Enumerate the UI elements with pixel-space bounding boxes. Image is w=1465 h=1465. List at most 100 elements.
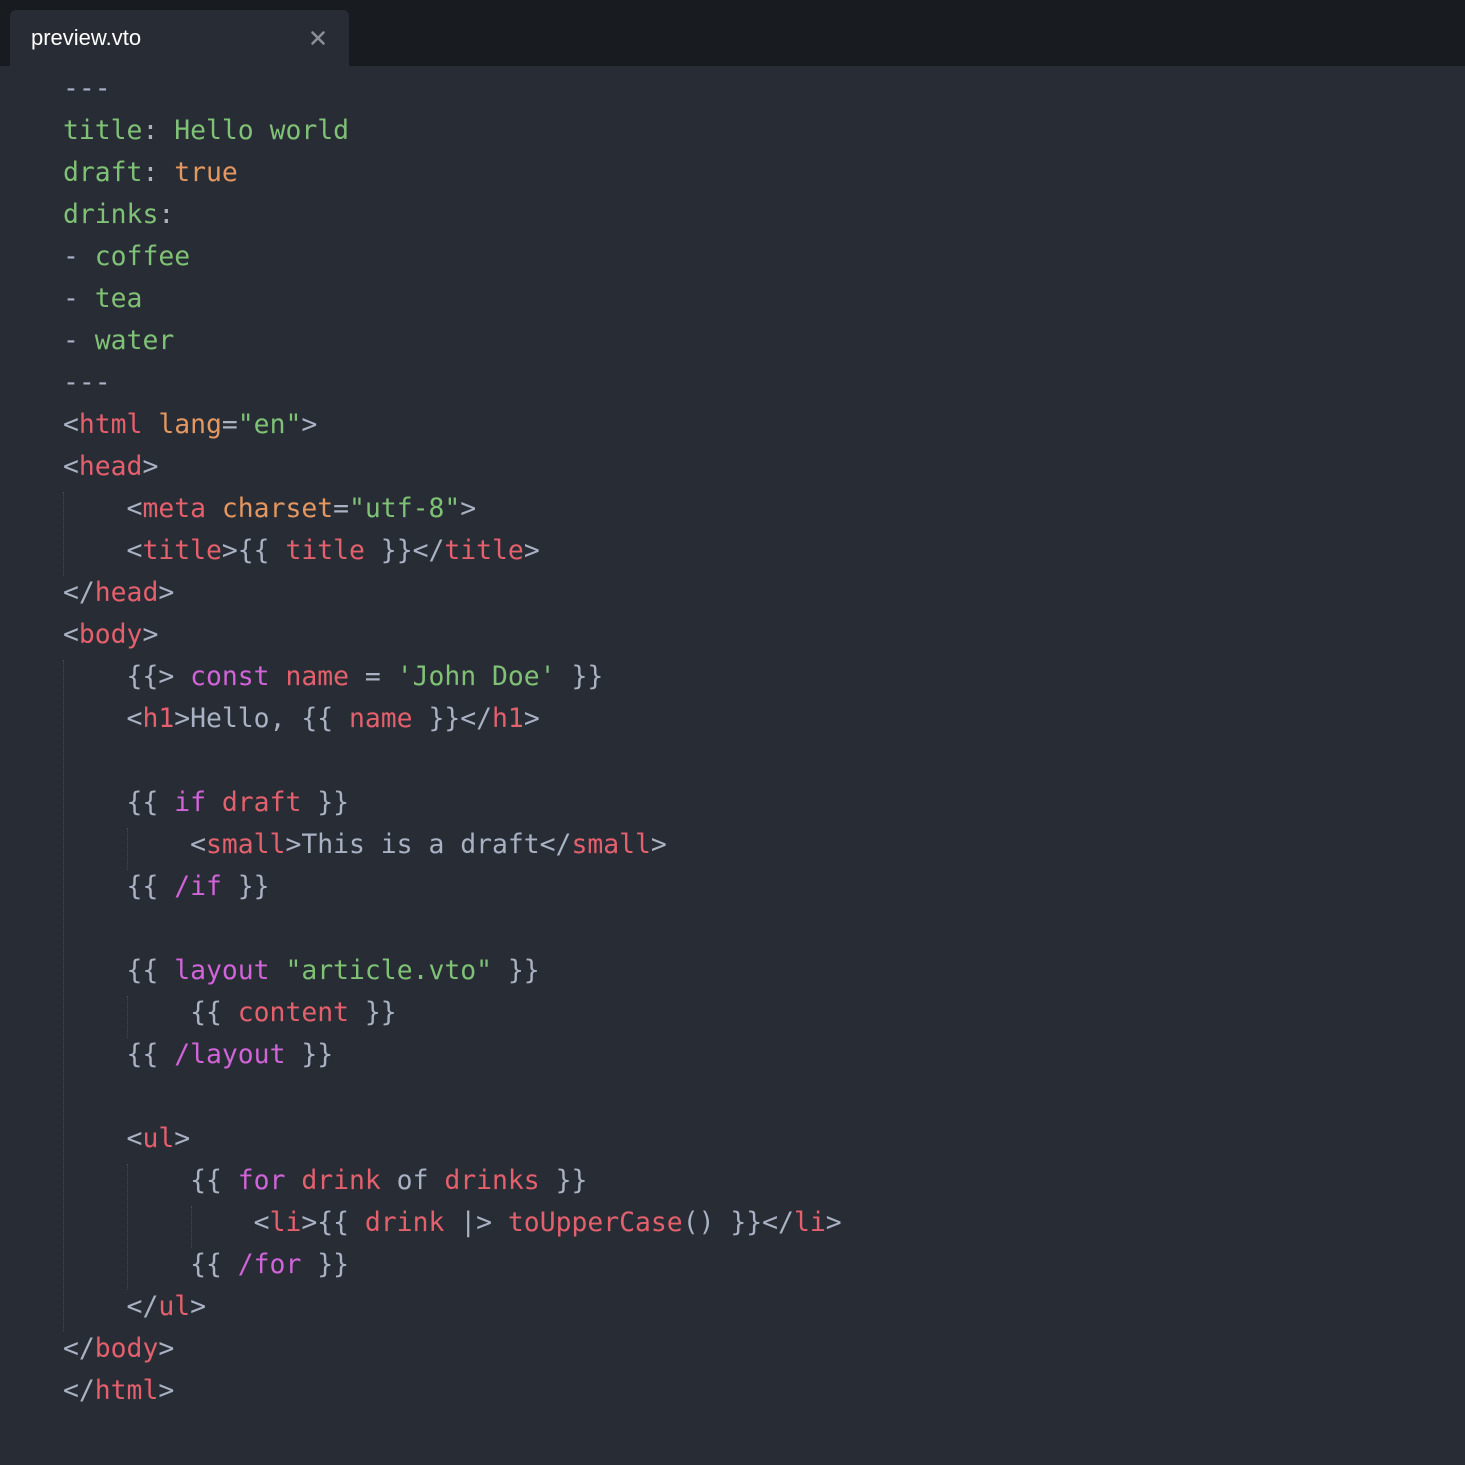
code-line: - coffee (63, 236, 190, 278)
code-token: > (158, 577, 175, 608)
code-token: >This is a draft</ (285, 829, 572, 860)
code-token: = (333, 493, 350, 524)
code-token: }} (221, 871, 270, 902)
code-token: >{{ (221, 535, 286, 566)
code-token: }} (539, 1165, 588, 1196)
code-token: > (301, 409, 318, 440)
code-token: layout (174, 955, 270, 986)
code-token: > (825, 1207, 842, 1238)
editor-window: preview.vto --- title: Hello world draft: … (0, 0, 1465, 1465)
code-token: title (142, 535, 222, 566)
code-token: > (523, 703, 540, 734)
code-token: > (158, 1375, 175, 1406)
code-line: {{ /layout }} (63, 1034, 334, 1076)
code-token: body (94, 1333, 159, 1364)
code-token: }} (492, 955, 540, 986)
code-token: - (63, 283, 95, 314)
code-token: if (174, 787, 207, 818)
code-token: /layout (174, 1039, 286, 1070)
code-token: - (63, 241, 95, 272)
code-token: content (237, 997, 350, 1028)
code-line: </body> (63, 1328, 174, 1370)
code-token: </ (63, 1291, 159, 1322)
code-token: coffee (94, 241, 191, 272)
code-token: ul (142, 1123, 175, 1154)
code-token: water (94, 325, 175, 356)
code-token: title (285, 535, 365, 566)
code-token: : (142, 157, 175, 188)
code-token: < (63, 619, 79, 650)
code-token: --- (63, 367, 111, 398)
code-token: {{ (63, 871, 175, 902)
code-token: head (94, 577, 159, 608)
code-line: {{ /if }} (63, 866, 270, 908)
tab-preview-vto[interactable]: preview.vto (10, 10, 349, 66)
code-line: draft: true (63, 152, 238, 194)
code-line: {{ if draft }} (63, 782, 349, 824)
tab-title: preview.vto (31, 25, 142, 50)
code-token: /for (237, 1249, 302, 1280)
code-line: <h1>Hello, {{ name }}</h1> (63, 698, 540, 740)
code-token: html (94, 1375, 159, 1406)
code-token: title (63, 115, 143, 146)
code-line: <title>{{ title }}</title> (63, 530, 540, 572)
code-line: {{ layout "article.vto" }} (63, 950, 540, 992)
code-line: <html lang="en"> (63, 404, 317, 446)
code-token: drink (364, 1207, 445, 1238)
code-editor[interactable]: --- title: Hello world draft: true drinks: -… (0, 66, 1465, 1465)
code-token: < (63, 1207, 270, 1238)
code-token: > (650, 829, 667, 860)
code-line: - water (63, 320, 174, 362)
code-line: --- (63, 68, 111, 110)
code-token: () }}</ (682, 1207, 794, 1238)
code-token: h1 (142, 703, 175, 734)
code-token: drinks (63, 199, 159, 230)
code-token: for (237, 1165, 286, 1196)
code-token: }} (301, 787, 350, 818)
code-line: title: Hello world (63, 110, 349, 152)
code-token: {{ (63, 1249, 238, 1280)
code-token: h1 (492, 703, 524, 734)
code-token: }} (349, 997, 397, 1028)
code-token: : (158, 199, 175, 230)
code-token: const (190, 661, 270, 692)
code-token: }} (555, 661, 604, 692)
code-token: - (63, 325, 95, 356)
code-token: = (221, 409, 238, 440)
code-line: <head> (63, 446, 158, 488)
code-token: true (174, 157, 238, 188)
code-token: "utf-8" (349, 493, 461, 524)
code-token: > (158, 1333, 175, 1364)
close-icon[interactable] (306, 26, 330, 50)
code-token: lang (158, 409, 222, 440)
code-line: - tea (63, 278, 142, 320)
code-token: </ (63, 577, 95, 608)
code-token: > (460, 493, 477, 524)
code-token: body (78, 619, 143, 650)
code-line: <ul> (63, 1118, 191, 1160)
code-token: > (523, 535, 540, 566)
code-token: /if (174, 871, 222, 902)
code-token: toUpperCase (507, 1207, 683, 1238)
code-token: --- (63, 73, 111, 104)
code-token: < (63, 409, 79, 440)
code-line: --- (63, 362, 111, 404)
code-line: </ul> (63, 1286, 206, 1328)
code-line: {{ content }} (63, 992, 397, 1034)
code-token: {{ (63, 1039, 175, 1070)
code-token: }}</ (412, 703, 493, 734)
code-token: charset (221, 493, 334, 524)
code-token: |> (444, 1207, 508, 1238)
code-line: {{> const name = 'John Doe' }} (63, 656, 604, 698)
code-token: > (190, 1291, 207, 1322)
code-token: < (63, 703, 143, 734)
code-token: "article.vto" (285, 955, 493, 986)
code-token: small (206, 829, 286, 860)
code-token: draft (221, 787, 302, 818)
code-token: title (444, 535, 524, 566)
